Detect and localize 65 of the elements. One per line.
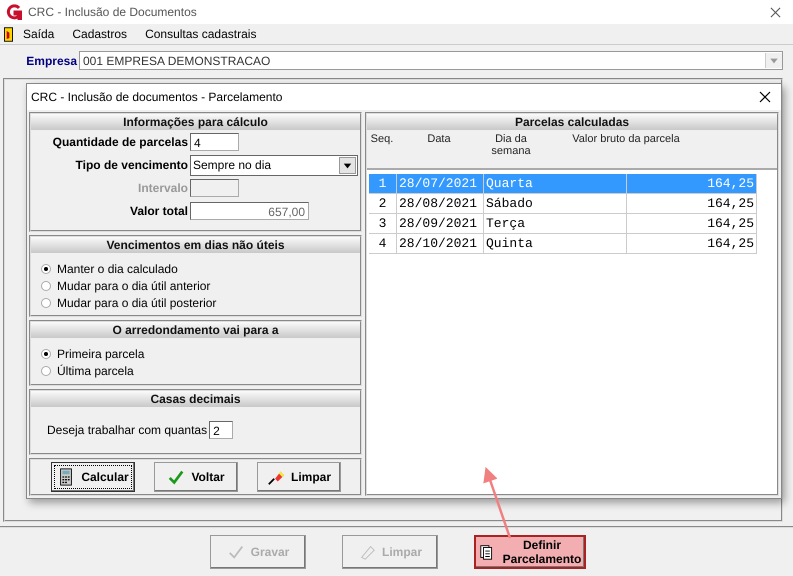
menu-item[interactable]: Saída [19, 27, 62, 41]
exit-door-icon[interactable] [4, 26, 13, 42]
table-cell: 3 [369, 214, 397, 233]
section-header: O arredondamento vai para a [31, 322, 360, 338]
table-cell: 2 [369, 194, 397, 213]
action-button[interactable]: Calcular [51, 462, 135, 492]
table-cell: 164,25 [627, 174, 757, 193]
option-label[interactable]: Última parcela [57, 364, 134, 378]
checkmark-icon [226, 543, 245, 561]
option-label[interactable]: Manter o dia calculado [57, 262, 178, 276]
field-label: Valor total [128, 204, 189, 218]
table-row[interactable]: 4 28/10/2021 Quinta 164,25 [369, 234, 757, 254]
section-header: Casas decimais [31, 391, 360, 407]
menu-item[interactable]: Cadastros [68, 27, 136, 41]
radio-button[interactable] [41, 281, 51, 291]
input-field[interactable] [190, 179, 239, 197]
column-header: Seq. [370, 132, 394, 147]
close-icon[interactable] [770, 6, 781, 18]
due-type-dropdown[interactable]: Sempre no dia [190, 154, 358, 176]
radio-button[interactable] [41, 349, 51, 359]
option-label[interactable]: Mudar para o dia útil anterior [57, 279, 210, 293]
table-cell: 28/10/2021 [397, 234, 484, 253]
close-icon[interactable] [759, 91, 771, 103]
table-cell: Sábado [484, 194, 627, 213]
section-header: Vencimentos em dias não úteis [31, 237, 360, 253]
dialog-title: CRC - Inclusão de documentos - Parcelamento [31, 90, 284, 104]
column-header: Data [426, 132, 452, 147]
company-dropdown[interactable]: 001 EMPRESA DEMONSTRACAO [79, 51, 783, 70]
radio-button[interactable] [41, 264, 51, 274]
section-header: Parcelas calculadas [367, 114, 777, 130]
field-label: Deseja trabalhar com quantas [47, 423, 208, 437]
column-header: Valor bruto da parcela [571, 132, 681, 147]
menu-item[interactable]: Consultas cadastrais [141, 27, 264, 41]
field-label: Tipo de vencimento [74, 158, 189, 172]
table-cell: 4 [369, 234, 397, 253]
action-button[interactable]: Limpar [257, 462, 341, 492]
radio-button[interactable] [41, 366, 51, 376]
window-title: CRC - Inclusão de Documentos [28, 5, 198, 19]
table-cell: 164,25 [627, 194, 757, 213]
total-value-field[interactable]: 657,00 [190, 202, 309, 220]
table-cell: 28/09/2021 [397, 214, 484, 233]
input-field[interactable]: 4 [190, 133, 239, 151]
table-cell: 164,25 [627, 234, 757, 253]
column-header: Dia da semana [490, 132, 532, 159]
field-label: Intervalo [136, 181, 189, 195]
app-logo-icon [6, 4, 22, 20]
table-row[interactable]: 3 28/09/2021 Terça 164,25 [369, 214, 757, 234]
field-label: Quantidade de parcelas [52, 135, 189, 149]
section-header: Informações para cálculo [31, 114, 360, 130]
table-cell: 28/08/2021 [397, 194, 484, 213]
field-label: Empresa [25, 54, 77, 68]
checkmark-icon [167, 468, 186, 486]
action-button[interactable]: Voltar [154, 462, 238, 492]
table-cell: Quinta [484, 234, 627, 253]
table-row[interactable]: 2 28/08/2021 Sábado 164,25 [369, 194, 757, 214]
option-label[interactable]: Mudar para o dia útil posterior [57, 296, 216, 310]
define-installments-button[interactable]: Definir Parcelamento [474, 535, 586, 569]
table-cell: Terça [484, 214, 627, 233]
radio-button[interactable] [41, 298, 51, 308]
table-cell: 1 [369, 174, 397, 193]
table-cell: Quarta [484, 174, 627, 193]
table-cell: 164,25 [627, 214, 757, 233]
input-field[interactable]: 2 [209, 421, 234, 439]
option-label[interactable]: Primeira parcela [57, 347, 144, 361]
table-cell: 28/07/2021 [397, 174, 484, 193]
